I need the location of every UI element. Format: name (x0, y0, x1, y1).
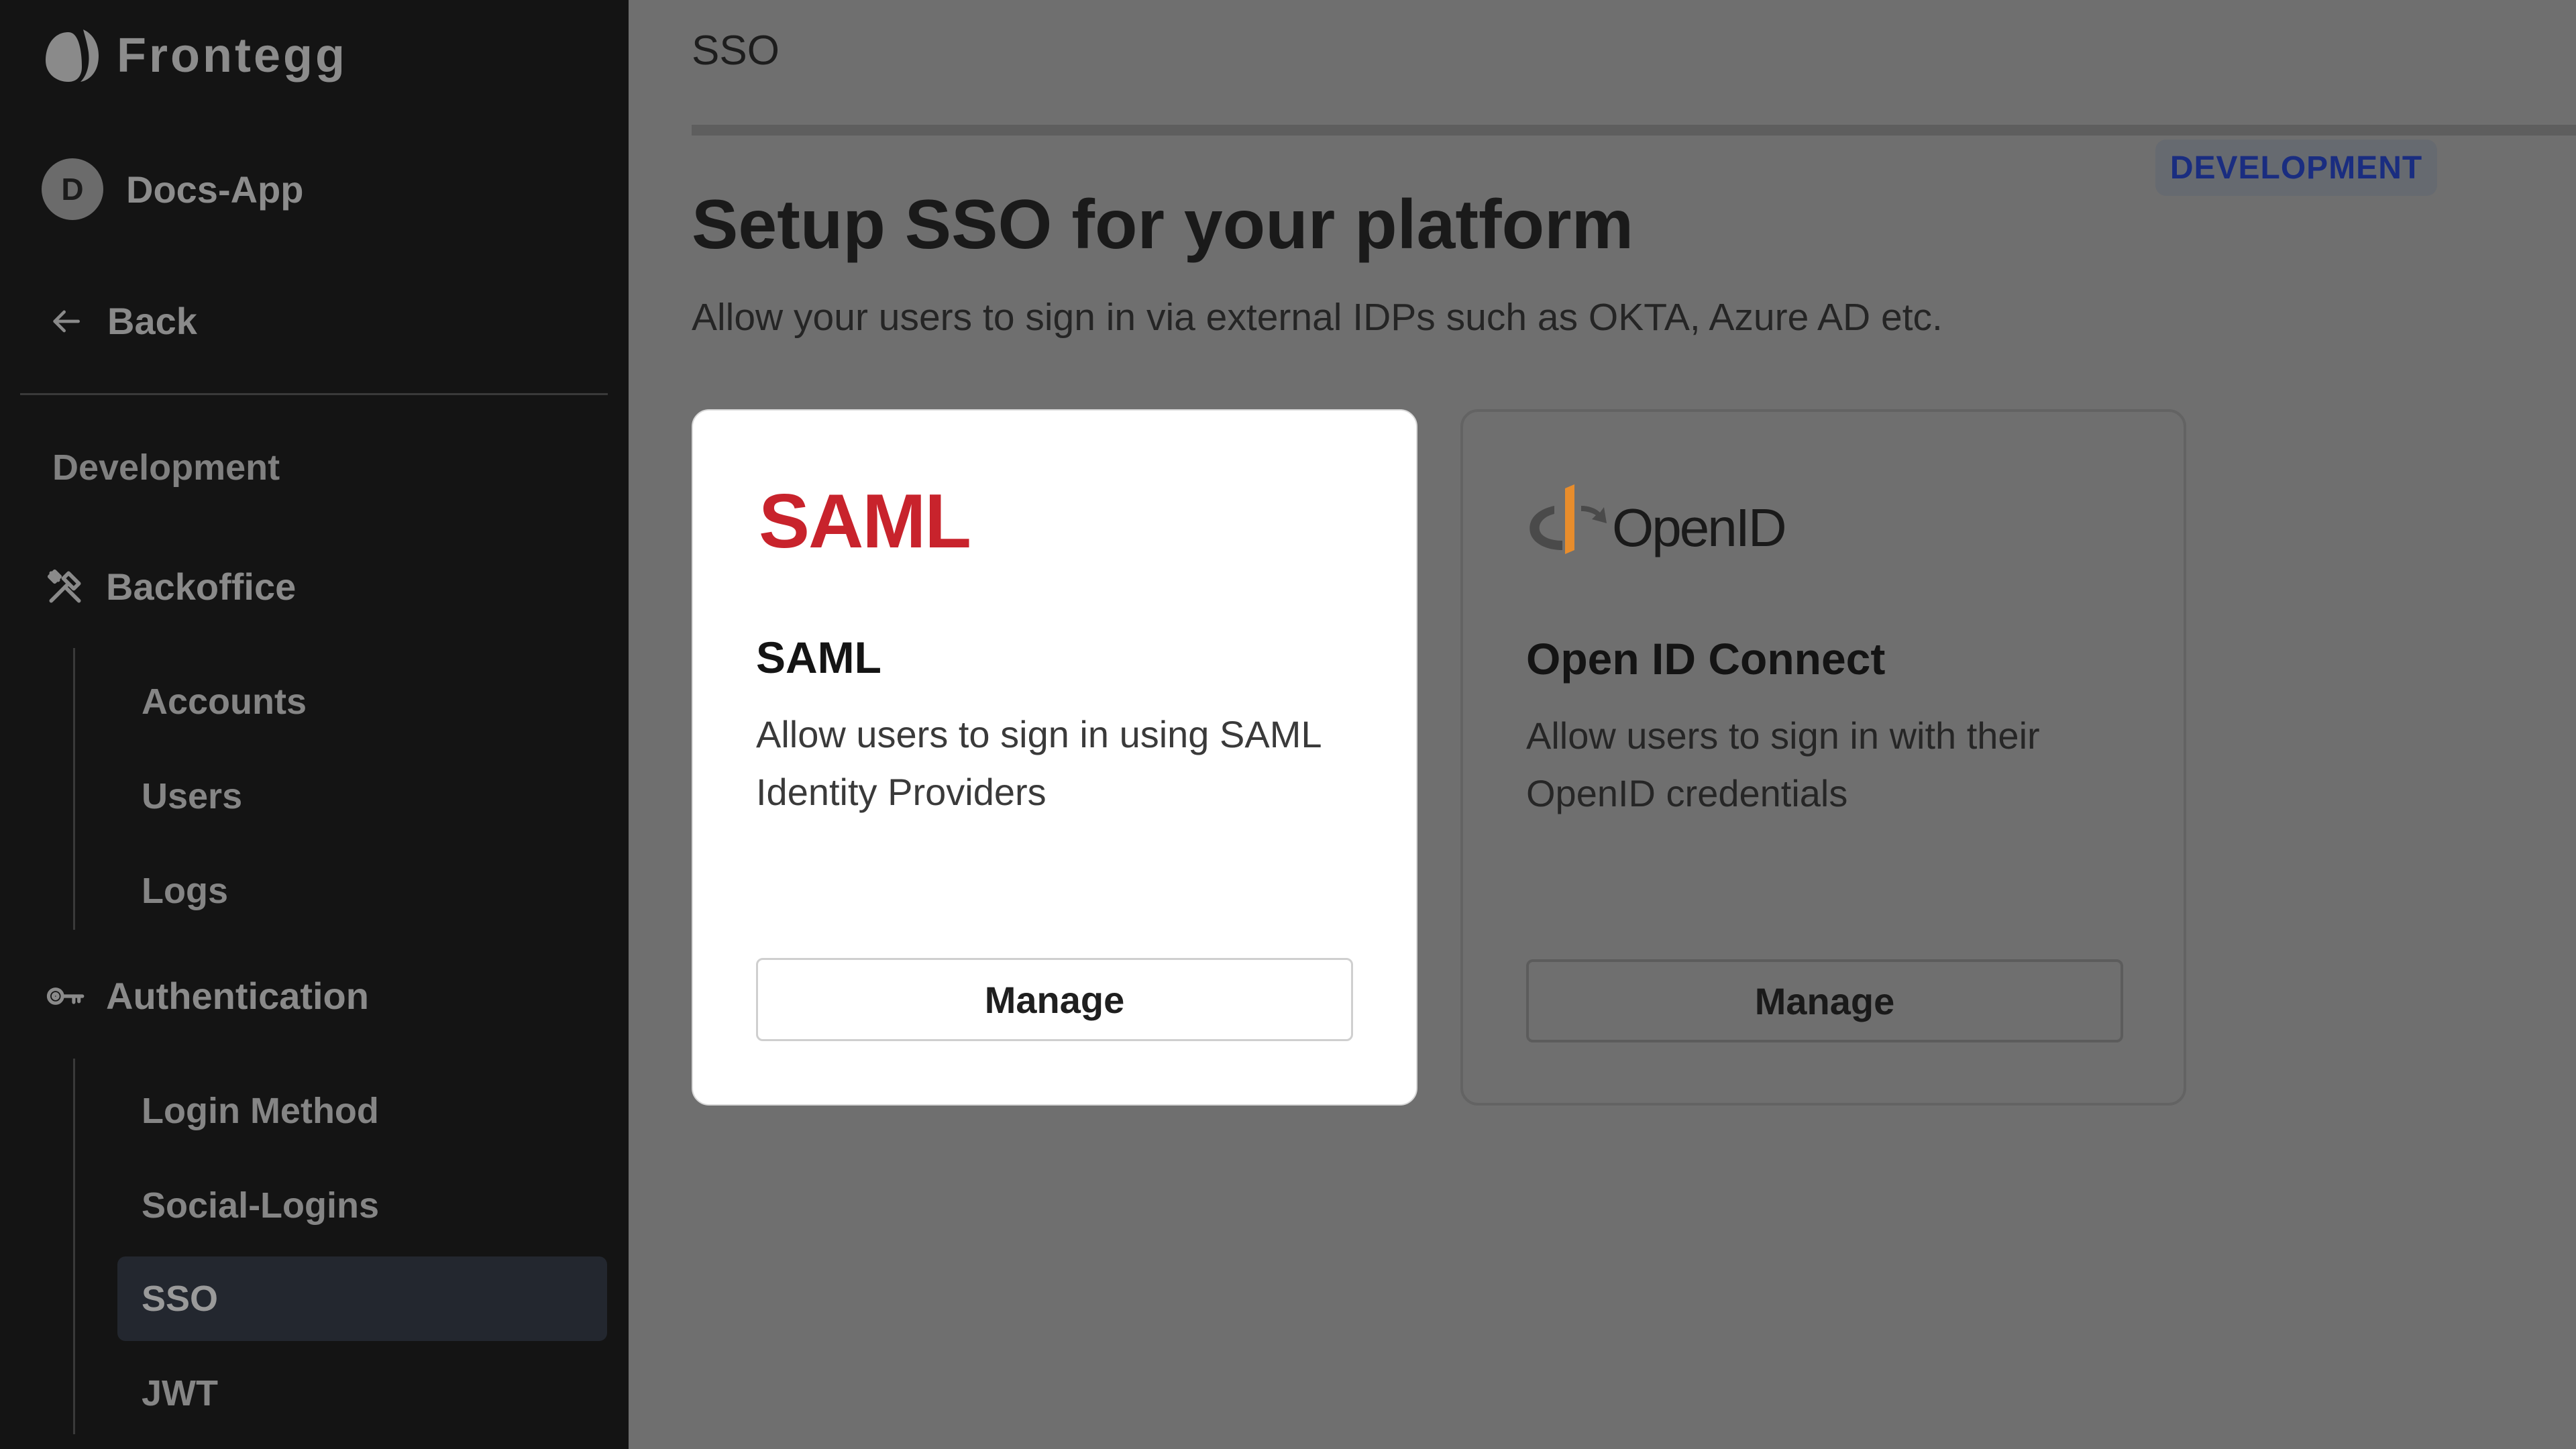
arrow-left-icon (53, 310, 80, 332)
header-divider (692, 125, 2576, 136)
saml-card: SAML SAML Allow users to sign in using S… (692, 409, 1417, 1106)
sidebar-item-jwt[interactable]: JWT (117, 1351, 607, 1436)
sidebar-divider (20, 393, 608, 395)
sidebar-item-accounts[interactable]: Accounts (117, 659, 607, 744)
sidebar-item-sso[interactable]: SSO (117, 1256, 607, 1341)
sidebar-group-label: Authentication (106, 975, 369, 1017)
card-description: Allow users to sign in using SAML Identi… (756, 713, 1321, 813)
main-content: SSO DEVELOPMENT Setup SSO for your platf… (629, 0, 2576, 1449)
openid-manage-button[interactable]: Manage (1526, 959, 2123, 1042)
section-title-development: Development (52, 447, 280, 488)
app-switcher[interactable]: D Docs-App (42, 158, 303, 220)
back-label: Back (107, 300, 197, 342)
sidebar-item-logs[interactable]: Logs (117, 849, 607, 933)
page-breadcrumb-title: SSO (692, 28, 780, 74)
page-title: Setup SSO for your platform (692, 186, 1634, 264)
openid-logo: OpenID (1526, 479, 1808, 570)
sidebar-group-label: Backoffice (106, 566, 297, 608)
page-subtitle: Allow your users to sign in via external… (692, 296, 1943, 339)
sidebar-item-social-logins[interactable]: Social-Logins (117, 1163, 607, 1248)
saml-logo-icon: SAML (759, 479, 971, 564)
brand[interactable]: Frontegg (42, 25, 347, 86)
environment-badge: DEVELOPMENT (2155, 140, 2437, 196)
frontegg-logo-icon (46, 30, 99, 82)
card-title: Open ID Connect (1526, 634, 1886, 684)
openid-connect-card: OpenID Open ID Connect Allow users to si… (1460, 409, 2186, 1106)
key-icon (46, 987, 85, 1005)
saml-logo-text: SAML (759, 483, 970, 557)
app-avatar: D (42, 158, 103, 220)
sidebar-item-users[interactable]: Users (117, 754, 607, 839)
openid-logo-icon: OpenID (1529, 484, 1787, 557)
back-button[interactable]: Back (47, 299, 197, 343)
brand-name: Frontegg (117, 29, 347, 83)
openid-logo-text: OpenID (1612, 498, 1785, 557)
tree-line (73, 648, 75, 930)
sidebar: Frontegg D Docs-App Back Development Bac… (0, 0, 629, 1449)
saml-logo: SAML (756, 479, 998, 564)
card-description: Allow users to sign in with their OpenID… (1526, 714, 2040, 814)
app-name: Docs-App (126, 168, 304, 211)
saml-manage-button[interactable]: Manage (756, 958, 1353, 1041)
sidebar-item-login-method[interactable]: Login Method (117, 1069, 607, 1153)
tree-line (73, 1059, 75, 1434)
sidebar-group-backoffice[interactable]: Backoffice (44, 565, 296, 608)
tools-icon (47, 569, 81, 603)
sidebar-group-authentication[interactable]: Authentication (44, 974, 369, 1018)
card-title: SAML (756, 633, 881, 682)
